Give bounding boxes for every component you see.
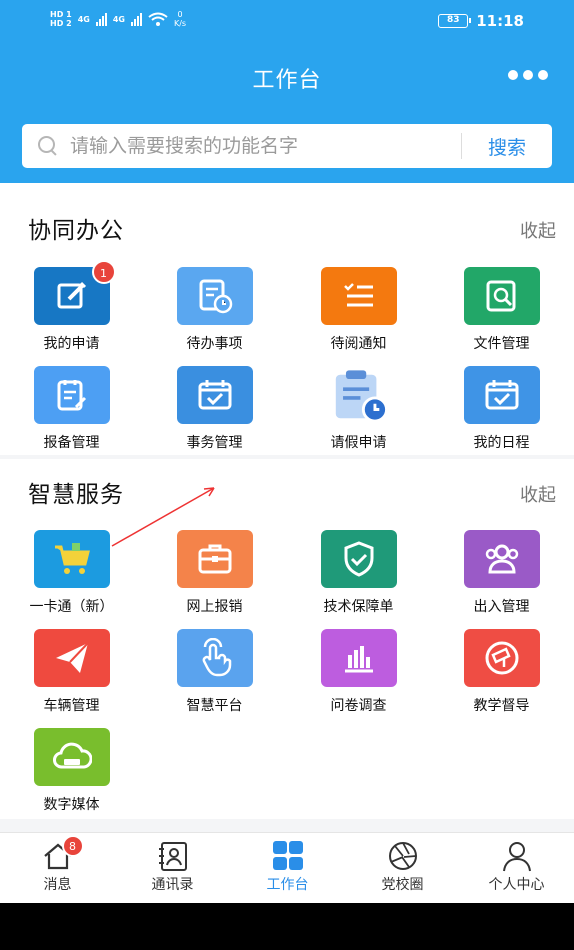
calendar-check-icon xyxy=(463,366,540,424)
app-file-management[interactable]: 文件管理 xyxy=(430,267,573,353)
nav-messages[interactable]: 8 消息 xyxy=(0,835,115,894)
todo-clock-icon xyxy=(176,267,253,325)
signal-icon xyxy=(130,12,142,26)
search-button[interactable]: 搜索 xyxy=(462,133,552,160)
app-leave-request[interactable]: 请假申请 xyxy=(287,366,430,452)
wifi-icon xyxy=(148,12,168,26)
app-questionnaire[interactable]: 问卷调查 xyxy=(287,629,430,715)
header: HD 1 HD 2 4G 4G 0 K/s 83 11:18 工作台 请输入需要… xyxy=(0,0,574,183)
bottom-nav: 8 消息 通讯录 工作台 党校圈 个人中心 xyxy=(0,832,574,903)
collapse-button[interactable]: 收起 xyxy=(520,217,556,243)
nav-workbench[interactable]: 工作台 xyxy=(230,839,345,894)
clipboard-clock-icon xyxy=(321,366,397,424)
system-navigation-bar xyxy=(0,903,574,950)
app-screen: HD 1 HD 2 4G 4G 0 K/s 83 11:18 工作台 请输入需要… xyxy=(0,0,574,903)
nav-profile[interactable]: 个人中心 xyxy=(459,839,574,894)
app-label: 请假申请 xyxy=(330,435,387,451)
nav-label: 消息 xyxy=(43,877,72,893)
app-label: 问卷调查 xyxy=(330,698,387,714)
bar-chart-icon xyxy=(320,629,397,687)
app-label: 一卡通（新） xyxy=(29,599,114,615)
app-label: 教学督导 xyxy=(473,698,530,714)
section-smart-service: 智慧服务 收起 一卡通（新） 网上报销 技术保障单 出入管理 车辆管理 智慧平台… xyxy=(0,459,574,819)
net-speed: 0 K/s xyxy=(174,10,186,28)
calendar-check-icon xyxy=(176,366,253,424)
app-label: 车辆管理 xyxy=(43,698,100,714)
users-icon xyxy=(463,530,540,588)
app-access-management[interactable]: 出入管理 xyxy=(430,530,573,616)
app-todo[interactable]: 待办事项 xyxy=(143,267,286,353)
collapse-button[interactable]: 收起 xyxy=(520,481,556,507)
app-label: 事务管理 xyxy=(186,435,243,451)
notification-badge: 1 xyxy=(91,260,116,284)
cloud-drive-icon xyxy=(33,728,110,786)
cart-icon xyxy=(33,530,110,588)
app-label: 文件管理 xyxy=(473,336,530,352)
network-type-1: 4G xyxy=(77,14,90,24)
hd-indicators: HD 1 HD 2 xyxy=(50,10,72,28)
nav-party-school[interactable]: 党校圈 xyxy=(345,839,460,894)
app-my-schedule[interactable]: 我的日程 xyxy=(430,366,573,452)
nav-label: 通讯录 xyxy=(151,877,194,893)
app-label: 网上报销 xyxy=(186,599,243,615)
hd1-label: HD 1 xyxy=(50,10,72,19)
battery-icon: 83 xyxy=(438,14,472,28)
page-title: 工作台 xyxy=(252,68,322,93)
app-label: 出入管理 xyxy=(473,599,530,615)
app-vehicle-management[interactable]: 车辆管理 xyxy=(0,629,143,715)
aperture-icon xyxy=(385,839,421,873)
paper-plane-icon xyxy=(33,629,110,687)
app-label: 技术保障单 xyxy=(323,599,394,615)
nav-label: 个人中心 xyxy=(488,877,545,893)
annotation-arrow xyxy=(111,487,215,547)
search-icon xyxy=(38,136,58,156)
more-menu-icon[interactable] xyxy=(508,70,548,80)
clipboard-edit-icon xyxy=(33,366,110,424)
net-speed-value: 0 xyxy=(177,10,183,19)
camera-badge-icon xyxy=(463,629,540,687)
clock: 11:18 xyxy=(476,12,524,30)
person-icon xyxy=(499,839,535,873)
nav-contacts[interactable]: 通讯录 xyxy=(115,839,230,894)
app-label: 智慧平台 xyxy=(186,698,243,714)
hd2-label: HD 2 xyxy=(50,19,72,28)
search-bar: 搜索 xyxy=(22,124,552,168)
app-tech-support[interactable]: 技术保障单 xyxy=(287,530,430,616)
net-speed-unit: K/s xyxy=(173,19,187,28)
app-label: 数字媒体 xyxy=(43,797,100,813)
app-smart-platform[interactable]: 智慧平台 xyxy=(143,629,286,715)
list-icon xyxy=(320,267,397,325)
status-bar: HD 1 HD 2 4G 4G 0 K/s 83 11:18 xyxy=(0,8,574,36)
app-unread-notice[interactable]: 待阅通知 xyxy=(287,267,430,353)
nav-label: 党校圈 xyxy=(381,877,424,893)
edit-icon: 1 xyxy=(33,260,116,325)
signal-icon xyxy=(95,12,107,26)
shield-check-icon xyxy=(320,530,397,588)
app-label: 待办事项 xyxy=(186,336,243,352)
app-digital-media[interactable]: 数字媒体 xyxy=(0,728,143,814)
app-my-application[interactable]: 1 我的申请 xyxy=(0,260,143,353)
app-affairs-management[interactable]: 事务管理 xyxy=(143,366,286,452)
app-label: 我的日程 xyxy=(473,435,530,451)
file-search-icon xyxy=(463,267,540,325)
grid-icon xyxy=(270,839,306,873)
contacts-icon xyxy=(155,839,191,873)
app-label: 报备管理 xyxy=(43,435,100,451)
home-icon: 8 xyxy=(40,835,84,873)
app-label: 待阅通知 xyxy=(330,336,387,352)
notification-badge: 8 xyxy=(61,835,84,857)
search-input[interactable] xyxy=(70,135,461,157)
section-collaborative-office: 协同办公 收起 1 我的申请 待办事项 待阅通知 文件管理 报备管理 事务管理 … xyxy=(0,183,574,455)
app-report-management[interactable]: 报备管理 xyxy=(0,366,143,452)
touch-hand-icon xyxy=(176,629,253,687)
app-teaching-supervision[interactable]: 教学督导 xyxy=(430,629,573,715)
app-label: 我的申请 xyxy=(43,336,100,352)
section-title: 协同办公 xyxy=(28,218,124,244)
nav-label: 工作台 xyxy=(266,877,309,893)
network-type-2: 4G xyxy=(112,14,125,24)
